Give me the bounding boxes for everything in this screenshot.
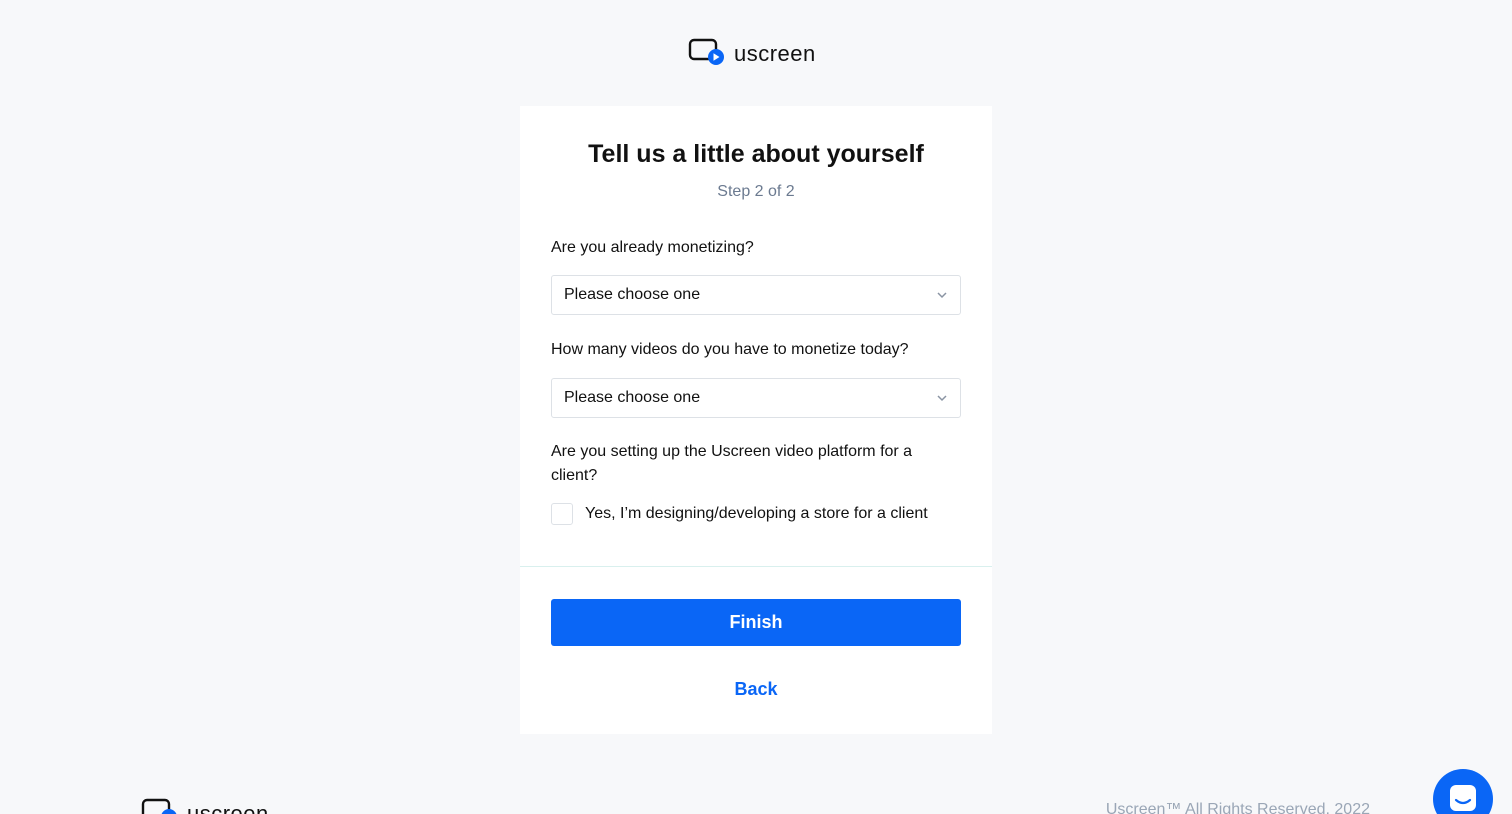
uscreen-play-icon — [688, 36, 726, 71]
form-title: Tell us a little about yourself — [588, 140, 924, 168]
uscreen-play-icon — [141, 796, 179, 814]
client-question-label: Are you setting up the Uscreen video pla… — [551, 443, 913, 484]
step-indicator: Step 2 of 2 — [717, 183, 795, 200]
videos-count-select[interactable]: Please choose one — [551, 378, 961, 418]
footer-logo-text: uscreen — [187, 800, 269, 814]
chevron-down-icon — [936, 392, 948, 404]
chat-launcher-button[interactable] — [1433, 769, 1493, 814]
client-checkbox[interactable] — [551, 503, 573, 525]
header-logo[interactable]: uscreen — [688, 36, 816, 71]
finish-button[interactable]: Finish — [551, 599, 961, 646]
monetizing-select-value: Please choose one — [564, 286, 701, 303]
footer-logo[interactable]: uscreen — [141, 796, 269, 814]
monetizing-question-label: Are you already monetizing? — [551, 239, 754, 256]
signup-page: uscreen Tell us a little about yourself … — [0, 0, 1512, 814]
header-logo-text: uscreen — [734, 40, 816, 66]
card-divider — [520, 566, 992, 567]
chat-icon — [1448, 783, 1478, 814]
videos-select-value: Please choose one — [564, 389, 701, 406]
client-checkbox-label[interactable]: Yes, I’m designing/developing a store fo… — [585, 505, 928, 523]
monetizing-select[interactable]: Please choose one — [551, 275, 961, 315]
chevron-down-icon — [936, 289, 948, 301]
client-checkbox-row[interactable]: Yes, I’m designing/developing a store fo… — [551, 503, 928, 525]
footer-copyright: Uscreen™ All Rights Reserved, 2022 — [1105, 801, 1370, 814]
videos-question-label: How many videos do you have to monetize … — [551, 341, 909, 358]
back-link[interactable]: Back — [520, 679, 992, 700]
